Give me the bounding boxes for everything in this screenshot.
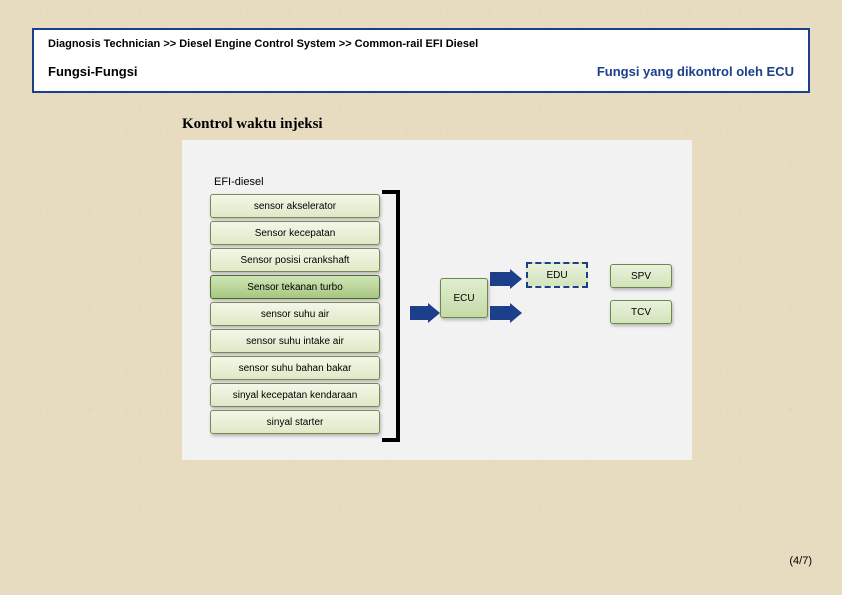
header-right-title: Fungsi yang dikontrol oleh ECU: [597, 64, 794, 79]
arrow-icon: [490, 304, 522, 322]
sensor-box: sensor suhu bahan bakar: [210, 356, 380, 380]
arrow-icon: [410, 304, 440, 322]
page-number: (4/7): [789, 555, 812, 567]
sensor-box: sensor suhu intake air: [210, 329, 380, 353]
sensor-box: sinyal starter: [210, 410, 380, 434]
ecu-box: ECU: [440, 278, 488, 318]
diagram-area: EFI-diesel sensor akselerator Sensor kec…: [182, 140, 692, 460]
edu-box: EDU: [526, 262, 588, 288]
sensor-box: sensor akselerator: [210, 194, 380, 218]
spv-box: SPV: [610, 264, 672, 288]
sensor-box: sensor suhu air: [210, 302, 380, 326]
header-row: Fungsi-Fungsi Fungsi yang dikontrol oleh…: [48, 64, 794, 79]
arrow-icon: [490, 270, 522, 288]
sensor-box: Sensor posisi crankshaft: [210, 248, 380, 272]
sensor-box: Sensor kecepatan: [210, 221, 380, 245]
sensor-stack: sensor akselerator Sensor kecepatan Sens…: [210, 194, 380, 437]
header-left-title: Fungsi-Fungsi: [48, 64, 138, 79]
section-title: Kontrol waktu injeksi: [182, 116, 323, 133]
sensor-box: sinyal kecepatan kendaraan: [210, 383, 380, 407]
header-box: Diagnosis Technician >> Diesel Engine Co…: [32, 28, 810, 93]
sensor-box-highlight: Sensor tekanan turbo: [210, 275, 380, 299]
breadcrumb: Diagnosis Technician >> Diesel Engine Co…: [48, 38, 794, 50]
bracket-icon: [396, 190, 400, 440]
bracket-icon: [382, 436, 400, 442]
efi-diesel-label: EFI-diesel: [214, 176, 264, 188]
tcv-box: TCV: [610, 300, 672, 324]
